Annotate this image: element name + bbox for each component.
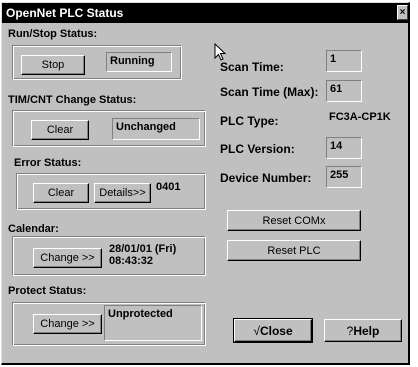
run-stop-label: Run/Stop Status: bbox=[8, 28, 98, 40]
device-number-label: Device Number: bbox=[220, 171, 312, 185]
clear-error-button[interactable]: Clear bbox=[33, 183, 89, 203]
clear-tim-cnt-button[interactable]: Clear bbox=[31, 120, 89, 140]
reset-comx-button[interactable]: Reset COMx bbox=[227, 210, 361, 231]
status-dialog: OpenNet PLC Status × Run/Stop Status: St… bbox=[1, 2, 410, 365]
plc-version-value: 14 bbox=[326, 137, 362, 159]
protect-status-label: Protect Status: bbox=[8, 285, 87, 297]
scan-time-max-value: 61 bbox=[326, 80, 362, 102]
window-title: OpenNet PLC Status bbox=[6, 6, 124, 20]
run-stop-value: Running bbox=[106, 52, 172, 72]
help-button-label: Help bbox=[353, 323, 380, 338]
calendar-label: Calendar: bbox=[8, 223, 59, 235]
protect-status-value: Unprotected bbox=[104, 305, 202, 341]
title-bar: OpenNet PLC Status × bbox=[2, 3, 408, 23]
help-button[interactable]: ?Help bbox=[324, 319, 402, 342]
scan-time-max-label: Scan Time (Max): bbox=[220, 85, 319, 99]
tim-cnt-label: TIM/CNT Change Status: bbox=[8, 94, 137, 106]
tim-cnt-value: Unchanged bbox=[112, 118, 200, 140]
change-calendar-button[interactable]: Change >> bbox=[33, 248, 102, 268]
change-protect-button[interactable]: Change >> bbox=[33, 314, 102, 334]
scan-time-value: 1 bbox=[326, 50, 362, 72]
error-details-button[interactable]: Details>> bbox=[94, 183, 151, 203]
mouse-cursor-icon bbox=[214, 43, 226, 61]
error-code-value: 0401 bbox=[153, 179, 201, 197]
stop-button[interactable]: Stop bbox=[21, 55, 85, 75]
close-window-button[interactable]: × bbox=[397, 5, 408, 20]
close-button[interactable]: √Close bbox=[233, 318, 313, 343]
close-button-label: Close bbox=[259, 323, 293, 338]
scan-time-label: Scan Time: bbox=[220, 60, 284, 74]
error-status-label: Error Status: bbox=[14, 157, 82, 169]
checkmark-icon: √ bbox=[253, 323, 260, 338]
plc-version-label: PLC Version: bbox=[220, 142, 295, 156]
plc-type-value: FC3A-CP1K bbox=[326, 109, 408, 127]
plc-type-label: PLC Type: bbox=[220, 114, 279, 128]
reset-plc-button[interactable]: Reset PLC bbox=[227, 240, 361, 261]
device-number-value: 255 bbox=[326, 166, 362, 188]
calendar-value: 28/01/01 (Fri) 08:43:32 bbox=[106, 241, 204, 271]
